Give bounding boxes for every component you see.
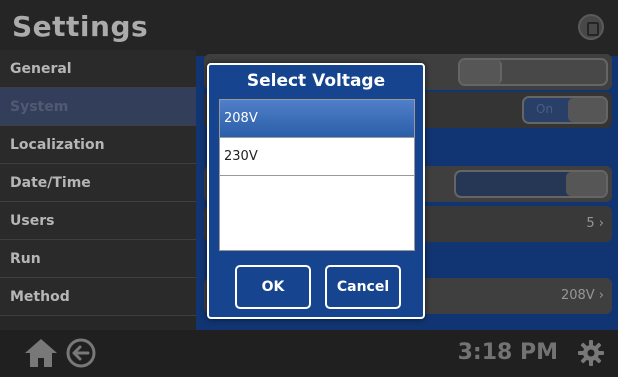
voltage-option-230v[interactable]: 230V xyxy=(220,138,414,176)
ok-button[interactable]: OK xyxy=(235,265,311,309)
screen: Settings General System Localization Dat… xyxy=(0,0,618,377)
voltage-option-208v[interactable]: 208V xyxy=(220,100,414,138)
select-voltage-dialog: Select Voltage 208V 230V OK Cancel xyxy=(207,63,425,319)
voltage-option-list: 208V 230V xyxy=(219,99,415,251)
cancel-button[interactable]: Cancel xyxy=(325,265,401,309)
option-label: 208V xyxy=(224,111,258,126)
option-label: 230V xyxy=(224,149,258,164)
dialog-title: Select Voltage xyxy=(246,71,386,91)
